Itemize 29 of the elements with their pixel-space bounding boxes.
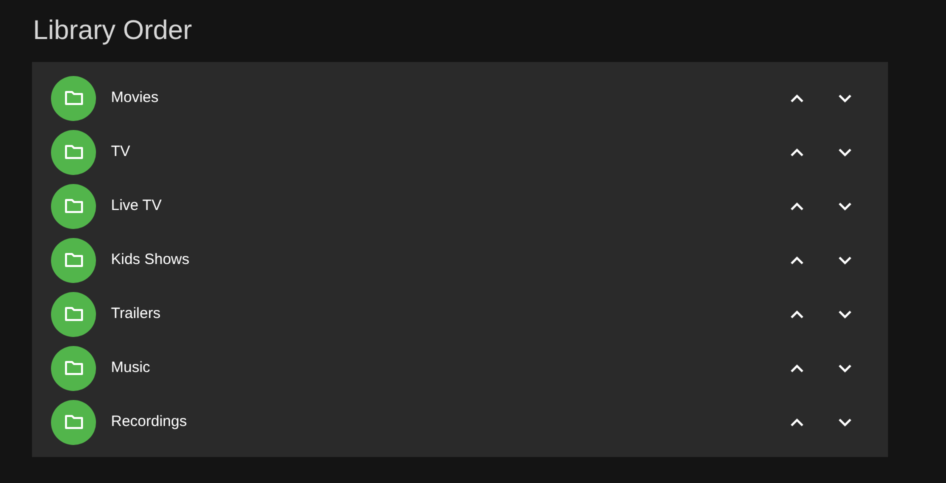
library-name: Music [111, 358, 152, 378]
chevron-up-icon [790, 148, 804, 156]
folder-icon [51, 76, 96, 120]
chevron-down-icon [838, 148, 852, 156]
library-name: Live TV [111, 196, 163, 216]
chevron-down-icon [838, 418, 852, 426]
folder-icon [51, 400, 96, 444]
chevron-down-icon [838, 202, 852, 210]
chevron-down-icon [838, 310, 852, 318]
chevron-up-icon [790, 310, 804, 318]
chevron-up-icon [790, 94, 804, 102]
chevron-up-icon [790, 364, 804, 372]
folder-icon [51, 130, 96, 174]
chevron-down-icon [838, 364, 852, 372]
chevron-down-icon [838, 94, 852, 102]
folder-icon [51, 238, 96, 282]
chevron-up-icon [790, 202, 804, 210]
library-name: TV [111, 142, 132, 162]
library-name: Kids Shows [111, 250, 190, 270]
library-name: Movies [111, 88, 160, 108]
page-title: Library Order [33, 14, 194, 47]
folder-icon [51, 184, 96, 228]
chevron-up-icon [790, 418, 804, 426]
chevron-down-icon [838, 256, 852, 264]
folder-icon [51, 292, 96, 336]
library-name: Trailers [111, 304, 162, 324]
chevron-up-icon [790, 256, 804, 264]
folder-icon [51, 346, 96, 390]
library-name: Recordings [111, 412, 188, 432]
